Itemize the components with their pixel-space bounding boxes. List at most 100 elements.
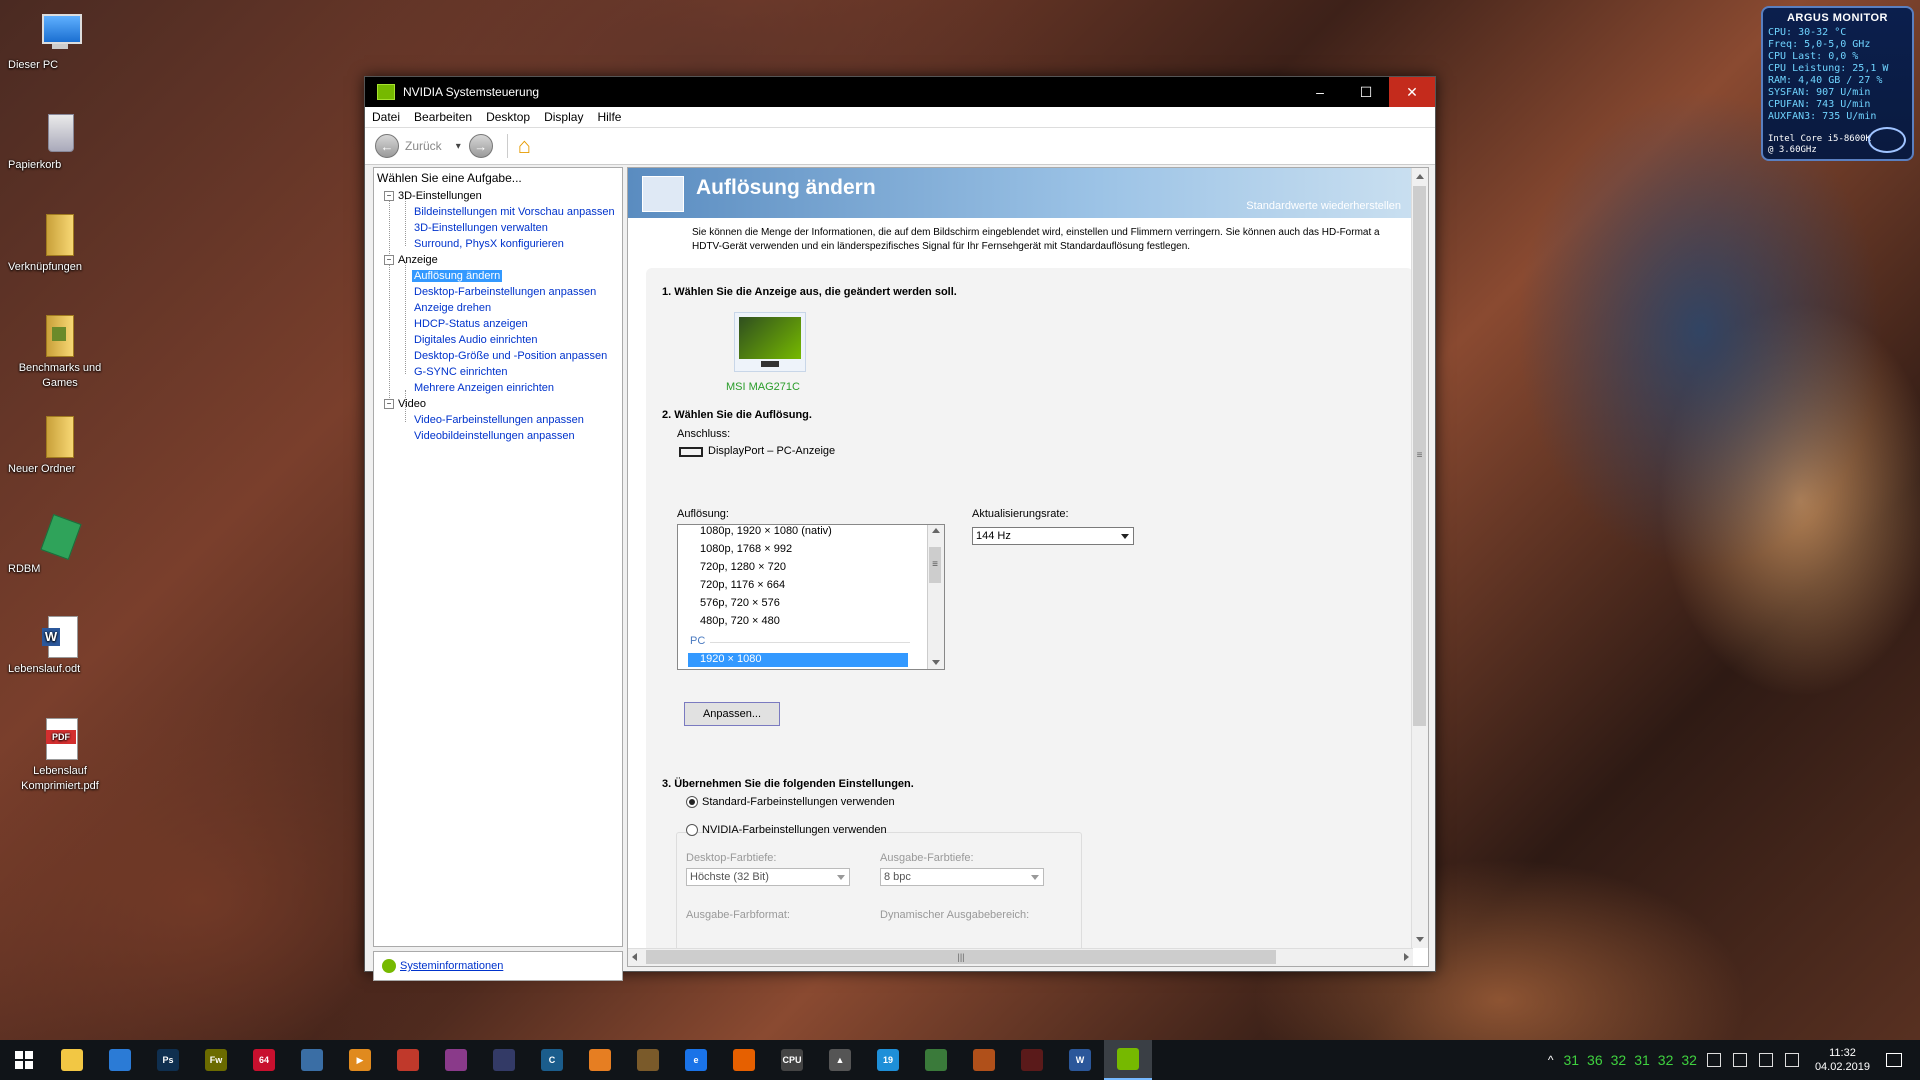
minimize-button[interactable]: ‒ [1297, 77, 1343, 107]
tree-item-rotate-display[interactable]: Anzeige drehen [414, 302, 491, 314]
collapse-icon[interactable]: − [384, 399, 394, 409]
back-label[interactable]: Zurück [405, 139, 442, 153]
desktop-icon-this-pc[interactable]: Dieser PC [8, 10, 112, 71]
start-button[interactable] [0, 1040, 48, 1080]
display-icon[interactable] [1784, 1053, 1799, 1067]
tree-category-3d[interactable]: −3D-Einstellungen [384, 190, 482, 202]
tree-category-video[interactable]: − Video [384, 398, 426, 410]
taskbar-app-app-dark[interactable] [1008, 1040, 1056, 1080]
taskbar-app-app-doc[interactable] [624, 1040, 672, 1080]
taskbar-app-app-red[interactable] [384, 1040, 432, 1080]
taskbar-app-explorer[interactable] [48, 1040, 96, 1080]
page-vertical-scrollbar[interactable]: ≡ [1411, 168, 1428, 948]
scroll-up-icon[interactable] [1416, 174, 1424, 179]
tree-item-multiple-displays[interactable]: Mehrere Anzeigen einrichten [414, 382, 554, 394]
desktop-icon-resume-odt[interactable]: W Lebenslauf.odt [8, 614, 112, 675]
tree-item-surround-physx[interactable]: Surround, PhysX konfigurieren [414, 238, 564, 250]
desktop-icon-resume-pdf[interactable]: PDF Lebenslauf Komprimiert.pdf [8, 716, 112, 792]
taskbar-app-app-green[interactable] [912, 1040, 960, 1080]
tree-item-hdcp-status[interactable]: HDCP-Status anzeigen [414, 318, 528, 330]
taskbar-app-firefox[interactable] [720, 1040, 768, 1080]
taskbar-app-app-game[interactable] [960, 1040, 1008, 1080]
desktop-icon-new-folder[interactable]: Neuer Ordner [8, 414, 112, 475]
clock[interactable]: 11:32 04.02.2019 [1815, 1046, 1870, 1074]
tray-temp[interactable]: 36 [1587, 1052, 1603, 1068]
tray-overflow-chevron-icon[interactable]: ^ [1548, 1053, 1554, 1067]
printer-icon[interactable] [1758, 1053, 1773, 1067]
collapse-icon[interactable]: − [384, 255, 394, 265]
notifications-icon[interactable] [1886, 1053, 1902, 1067]
taskbar-app-app-19[interactable]: 19 [864, 1040, 912, 1080]
page-horizontal-scrollbar[interactable]: ||| [628, 948, 1413, 966]
radio-nvidia-colors-label[interactable]: NVIDIA-Farbeinstellungen verwenden [702, 824, 887, 836]
resolution-option-selected[interactable]: 1920 × 1080 [688, 653, 908, 667]
resolution-listbox[interactable]: 1080p, 1920 × 1080 (nativ) 1080p, 1768 ×… [677, 524, 945, 670]
taskbar-app-edge[interactable]: e [672, 1040, 720, 1080]
monitor-name[interactable]: MSI MAG271C [726, 381, 800, 393]
tray-temp[interactable]: 32 [1611, 1052, 1627, 1068]
tree-item-desktop-color[interactable]: Desktop-Farbeinstellungen anpassen [414, 286, 596, 298]
title-bar[interactable]: NVIDIA Systemsteuerung ‒ ☐ ✕ [365, 77, 1435, 107]
maximize-button[interactable]: ☐ [1343, 77, 1389, 107]
tree-category-display[interactable]: − Anzeige [384, 254, 438, 266]
tree-item-manage-3d[interactable]: 3D-Einstellungen verwalten [414, 222, 548, 234]
taskbar-app-player[interactable]: ▶ [336, 1040, 384, 1080]
tree-item-desktop-size[interactable]: Desktop-Größe und -Position anpassen [414, 350, 607, 362]
scroll-left-icon[interactable] [632, 953, 637, 961]
taskbar-app-app-calc[interactable] [288, 1040, 336, 1080]
desktop-icon-shortcuts[interactable]: Verknüpfungen [8, 212, 112, 273]
refresh-rate-dropdown[interactable]: 144 Hz [972, 527, 1134, 545]
scroll-thumb[interactable]: ||| [646, 950, 1276, 964]
resolution-option[interactable]: 1080p, 1768 × 992 [700, 543, 792, 555]
radio-default-colors[interactable] [686, 796, 698, 808]
radio-nvidia-colors[interactable] [686, 824, 698, 836]
scroll-thumb[interactable]: ≡ [929, 547, 941, 583]
back-arrow-icon[interactable]: ← [375, 134, 399, 158]
tray-temp[interactable]: 32 [1681, 1052, 1697, 1068]
history-dropdown-icon[interactable]: ▾ [456, 141, 461, 152]
restore-defaults-link[interactable]: Standardwerte wiederherstellen [1246, 200, 1401, 212]
taskbar-app-cpu-z[interactable]: CPU [768, 1040, 816, 1080]
resolution-option[interactable]: 1080p, 1920 × 1080 (nativ) [700, 525, 832, 537]
resolution-option[interactable]: 720p, 1280 × 720 [700, 561, 786, 573]
close-button[interactable]: ✕ [1389, 77, 1435, 107]
taskbar-app-app-c[interactable]: C [528, 1040, 576, 1080]
resolution-option[interactable]: 576p, 720 × 576 [700, 597, 780, 609]
tree-item-video-color[interactable]: Video-Farbeinstellungen anpassen [414, 414, 584, 426]
taskbar-app-aida64[interactable]: 64 [240, 1040, 288, 1080]
tree-item-gsync[interactable]: G-SYNC einrichten [414, 366, 508, 378]
menu-file[interactable]: Datei [365, 110, 407, 124]
taskbar-app-winrar[interactable] [432, 1040, 480, 1080]
tree-item-digital-audio[interactable]: Digitales Audio einrichten [414, 334, 538, 346]
tree-item-change-resolution[interactable]: Auflösung ändern [412, 270, 503, 282]
taskbar-app-app-tri[interactable]: ▲ [816, 1040, 864, 1080]
tree-item-video-image[interactable]: Videobildeinstellungen anpassen [414, 430, 575, 442]
scroll-right-icon[interactable] [1404, 953, 1409, 961]
resolution-option[interactable]: 480p, 720 × 480 [700, 615, 780, 627]
tray-temp[interactable]: 31 [1634, 1052, 1650, 1068]
resolution-option[interactable]: 720p, 1176 × 664 [700, 579, 785, 591]
taskbar-app-app-orange[interactable] [576, 1040, 624, 1080]
taskbar-app-nvidia[interactable] [1104, 1040, 1152, 1080]
menu-help[interactable]: Hilfe [590, 110, 628, 124]
tray-temp[interactable]: 31 [1563, 1052, 1579, 1068]
resolution-scrollbar[interactable]: ≡ [927, 525, 944, 669]
radio-default-colors-label[interactable]: Standard-Farbeinstellungen verwenden [702, 796, 895, 808]
desktop-icon-benchmarks[interactable]: Benchmarks und Games [8, 313, 112, 389]
tray-temp[interactable]: 32 [1658, 1052, 1674, 1068]
menu-desktop[interactable]: Desktop [479, 110, 537, 124]
taskbar-app-word[interactable]: W [1056, 1040, 1104, 1080]
customize-button[interactable]: Anpassen... [684, 702, 780, 726]
scroll-down-icon[interactable] [932, 660, 940, 665]
scroll-down-icon[interactable] [1416, 937, 1424, 942]
forward-arrow-icon[interactable]: → [468, 134, 493, 158]
tree-item-image-preview[interactable]: Bildeinstellungen mit Vorschau anpassen [414, 206, 615, 218]
scroll-thumb[interactable]: ≡ [1413, 186, 1426, 726]
taskbar-app-app-blue[interactable] [96, 1040, 144, 1080]
network-icon[interactable] [1732, 1053, 1747, 1067]
scroll-up-icon[interactable] [932, 528, 940, 533]
taskbar-app-photoshop[interactable]: Ps [144, 1040, 192, 1080]
volume-icon[interactable] [1706, 1053, 1721, 1067]
menu-display[interactable]: Display [537, 110, 590, 124]
desktop-icon-recycle-bin[interactable]: Papierkorb [8, 110, 112, 171]
